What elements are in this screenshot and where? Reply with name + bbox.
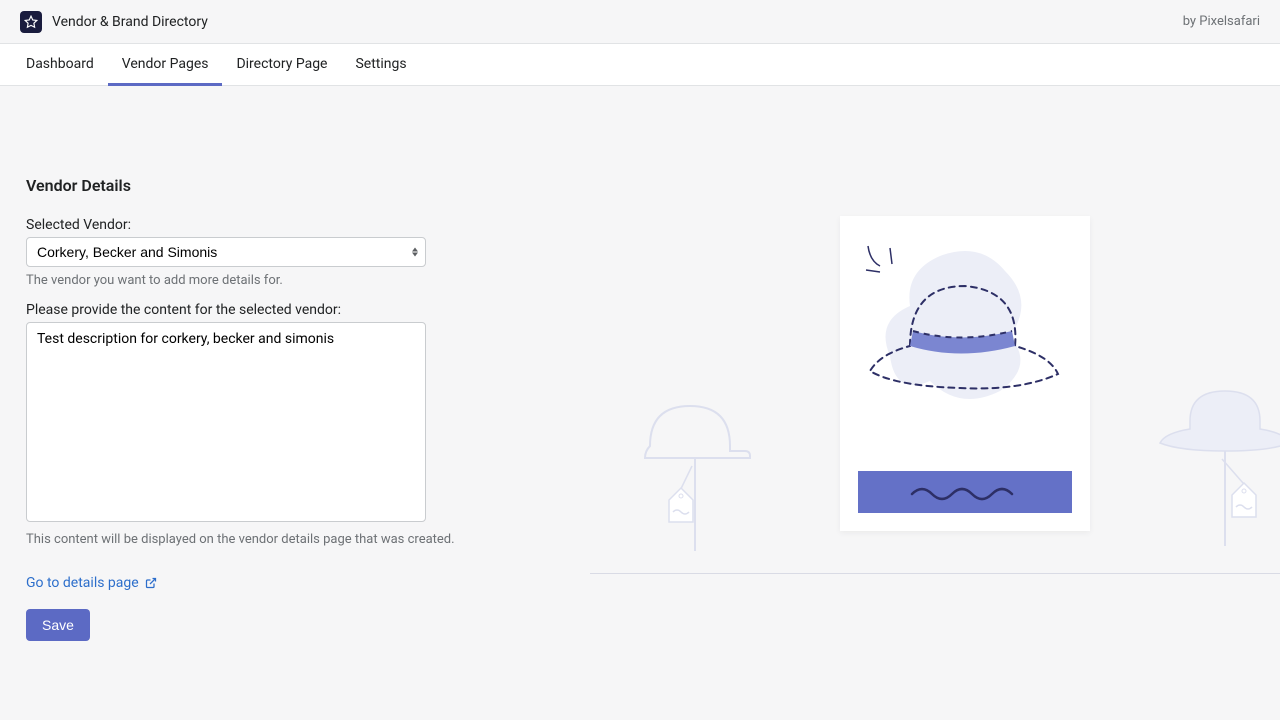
illustration-column — [640, 86, 1280, 720]
app-icon — [20, 11, 42, 33]
form-column: Vendor Details Selected Vendor: The vend… — [0, 86, 640, 720]
external-link-icon — [145, 577, 157, 589]
nav-vendor-pages[interactable]: Vendor Pages — [108, 44, 223, 86]
floor-line — [590, 573, 1280, 574]
details-page-link[interactable]: Go to details page — [26, 575, 157, 591]
vendor-help-text: The vendor you want to add more details … — [26, 273, 620, 288]
nav-directory-page[interactable]: Directory Page — [222, 44, 341, 86]
hat-sketch-icon — [840, 216, 1090, 466]
vendor-field: Selected Vendor: The vendor you want to … — [26, 217, 620, 288]
topbar: Vendor & Brand Directory by Pixelsafari — [0, 0, 1280, 44]
price-tag-left-icon — [665, 486, 697, 526]
ghost-fedora-right-icon — [1150, 351, 1280, 551]
content-label: Please provide the content for the selec… — [26, 302, 620, 318]
content-help-text: This content will be displayed on the ve… — [26, 532, 620, 547]
card-band — [858, 471, 1072, 513]
topbar-left: Vendor & Brand Directory — [20, 11, 208, 33]
app-title: Vendor & Brand Directory — [52, 14, 208, 30]
price-tag-right-icon — [1228, 481, 1260, 521]
squiggle-icon — [910, 482, 1020, 502]
vendor-select-wrap — [26, 237, 426, 267]
illustration-card — [840, 216, 1090, 531]
illustration — [690, 216, 1230, 586]
main-content: Vendor Details Selected Vendor: The vend… — [0, 86, 1280, 720]
byline: by Pixelsafari — [1183, 14, 1260, 29]
vendor-label: Selected Vendor: — [26, 217, 620, 233]
nav-settings[interactable]: Settings — [341, 44, 420, 86]
nav-dashboard[interactable]: Dashboard — [12, 44, 108, 86]
star-icon — [24, 15, 38, 29]
ghost-cap-left-icon — [620, 356, 780, 556]
content-textarea[interactable] — [26, 322, 426, 522]
save-button[interactable]: Save — [26, 609, 90, 641]
vendor-select[interactable] — [26, 237, 426, 267]
content-field: Please provide the content for the selec… — [26, 302, 620, 547]
section-title: Vendor Details — [26, 176, 620, 195]
navbar: Dashboard Vendor Pages Directory Page Se… — [0, 44, 1280, 86]
details-link-label: Go to details page — [26, 575, 139, 591]
